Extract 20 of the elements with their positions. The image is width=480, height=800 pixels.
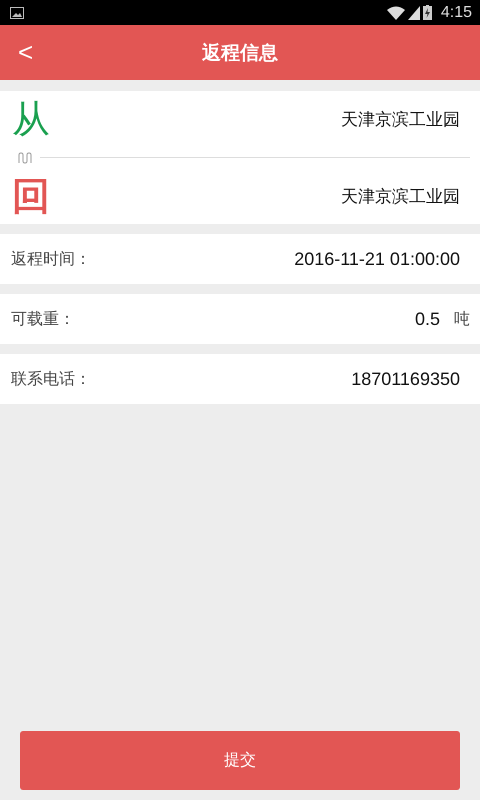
destination-place: 天津京滨工业园: [341, 186, 460, 208]
field-label: 联系电话：: [11, 368, 91, 390]
field-value: 18701169350: [351, 368, 460, 390]
battery-icon: [422, 5, 432, 20]
from-mark: 从: [12, 100, 50, 138]
image-icon: [10, 6, 24, 18]
back-button[interactable]: <: [12, 33, 40, 72]
origin-place: 天津京滨工业园: [341, 108, 460, 130]
field-value: 0.5: [414, 308, 440, 330]
field-label: 可载重：: [11, 308, 75, 330]
field-label: 返程时间：: [11, 248, 91, 270]
submit-button[interactable]: 提交: [20, 731, 460, 790]
wave-icon: [18, 152, 34, 164]
clock-time: 4:15: [440, 4, 472, 22]
page-title: 返程信息: [202, 40, 278, 66]
signal-icon: [408, 6, 420, 20]
return-mark: 回: [12, 177, 50, 215]
wifi-icon: [386, 6, 405, 20]
unit-label: 吨: [454, 308, 470, 330]
field-value: 2016-11-21 01:00:00: [294, 248, 460, 270]
